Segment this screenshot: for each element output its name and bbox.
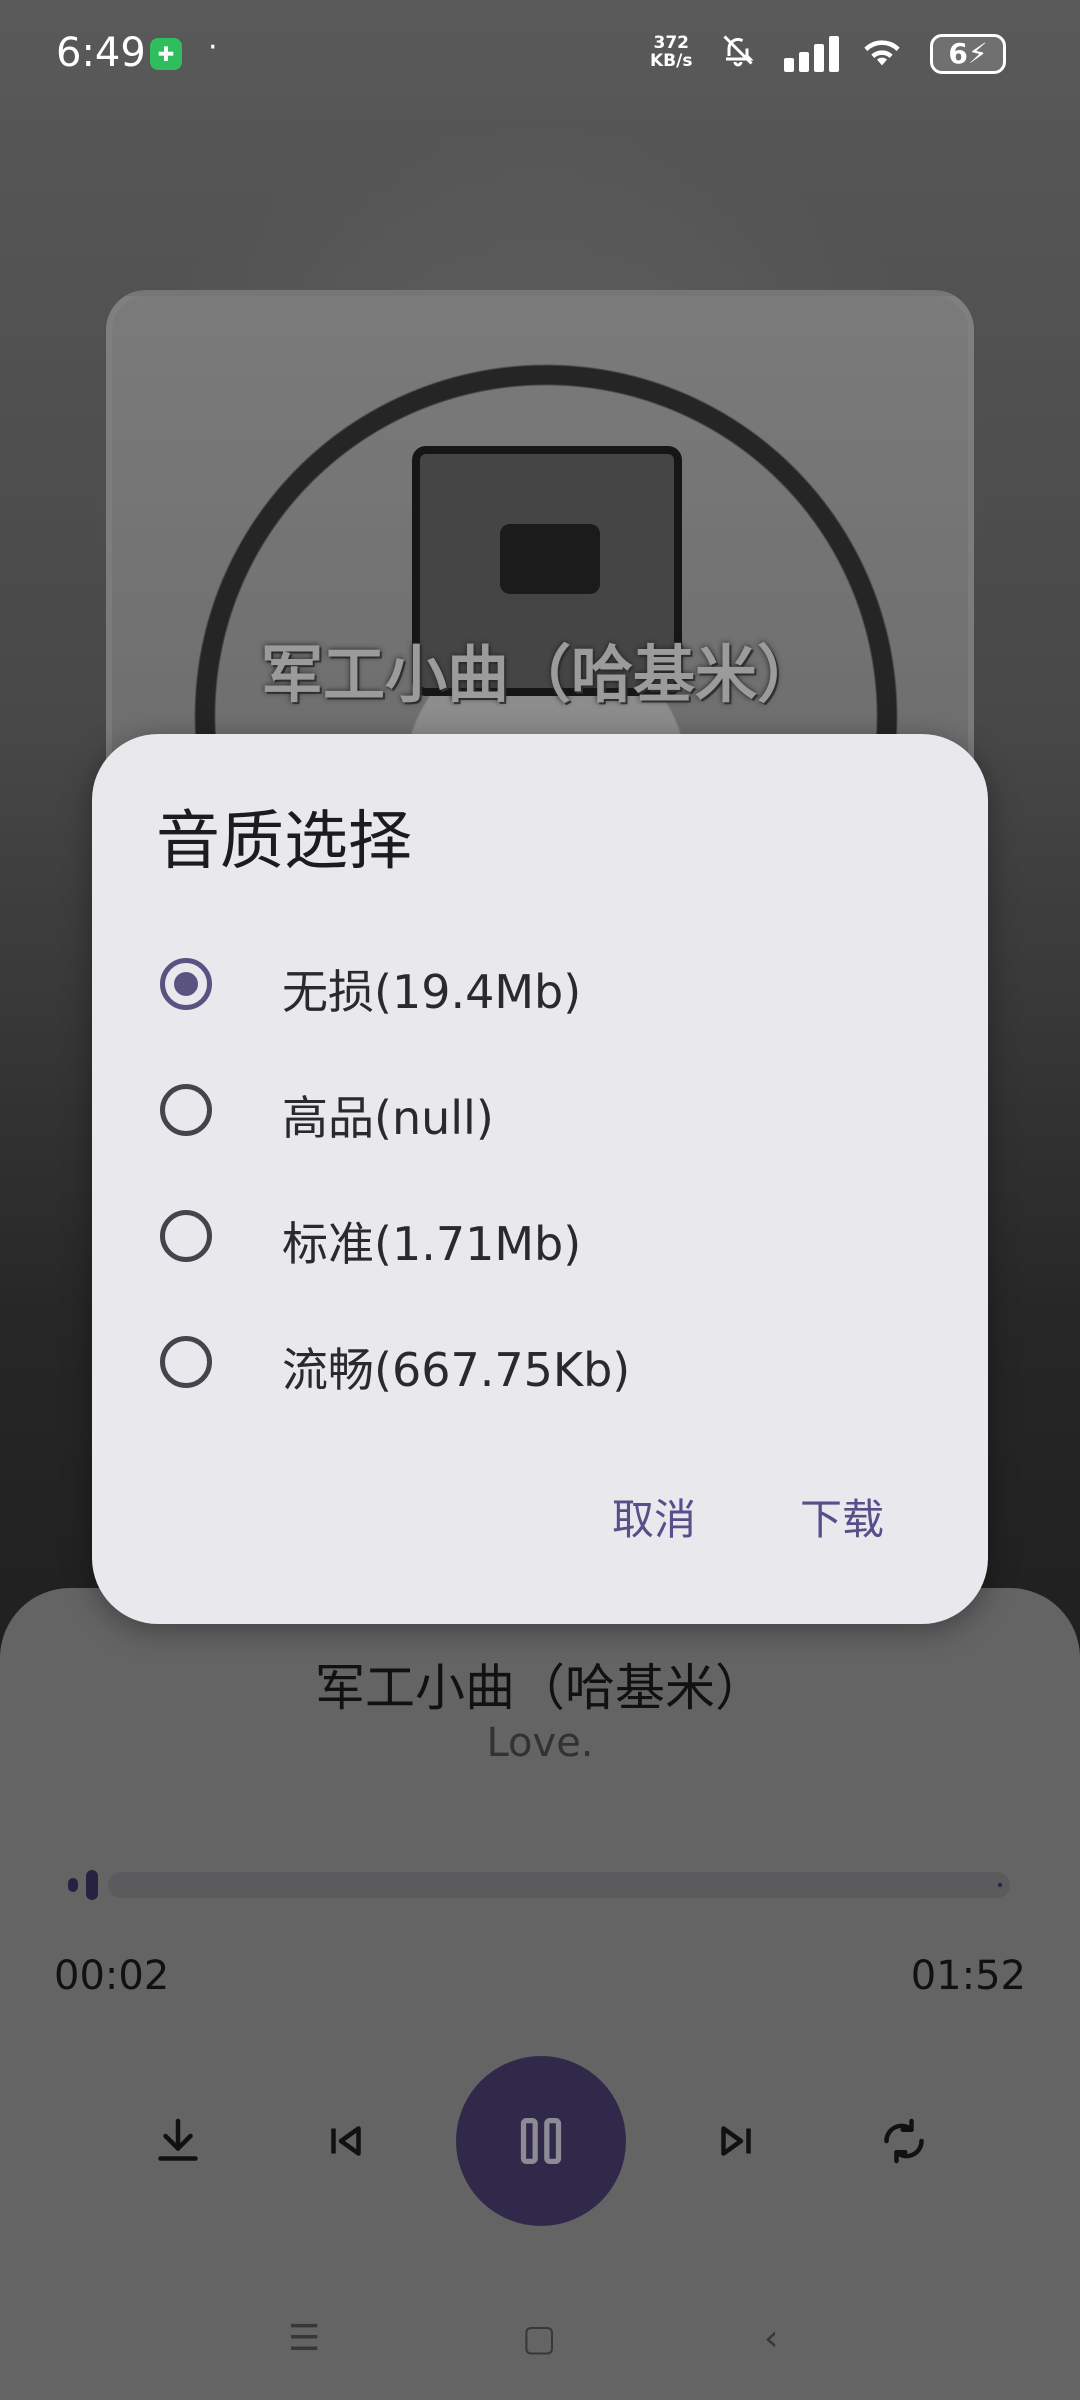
signal-icon [784, 36, 840, 72]
quality-option-lossless[interactable]: 无损(19.4Mb) [92, 934, 988, 1034]
quality-option-label: 高品(null) [282, 1091, 494, 1145]
song-artist: Love. [486, 1720, 594, 1766]
quality-dialog: 音质选择 无损(19.4Mb) 高品(null) 标准(1.71Mb) 流畅(6… [92, 734, 988, 1624]
radio-unchecked-icon[interactable] [160, 1084, 212, 1136]
download-icon[interactable] [148, 2111, 208, 2171]
pause-button[interactable] [456, 2056, 626, 2226]
dialog-actions: 取消 下载 [92, 1474, 988, 1554]
dialog-title: 音质选择 [156, 805, 412, 879]
quality-option-label: 标准(1.71Mb) [282, 1217, 582, 1271]
album-art-caption: 军工小曲（哈基米） [260, 638, 819, 711]
download-button[interactable]: 下载 [800, 1486, 884, 1547]
player-controls [0, 2056, 1080, 2226]
progress-thumb[interactable] [86, 1870, 98, 1900]
network-speed-unit: KB/s [650, 51, 693, 71]
back-icon[interactable]: ‹ [764, 2318, 778, 2359]
battery-icon: 6⚡ [930, 34, 1006, 74]
shield-icon: ✚ [150, 38, 182, 70]
radio-unchecked-icon[interactable] [160, 1336, 212, 1388]
notification-dot-icon: · [208, 30, 218, 65]
quality-option-label: 无损(19.4Mb) [282, 965, 582, 1019]
total-time: 01:52 [910, 1953, 1026, 1999]
repeat-icon[interactable] [874, 2111, 934, 2171]
player-sheet: 军工小曲（哈基米） Love. 00:02 01:52 ☰ ▢ ‹ [0, 1588, 1080, 2400]
cancel-button[interactable]: 取消 [612, 1486, 696, 1547]
current-time: 00:02 [54, 1953, 170, 1999]
next-icon[interactable] [706, 2111, 766, 2171]
quality-option-smooth[interactable]: 流畅(667.75Kb) [92, 1312, 988, 1412]
radio-checked-icon[interactable] [160, 958, 212, 1010]
quality-option-high[interactable]: 高品(null) [92, 1060, 988, 1160]
bell-muted-icon [720, 32, 756, 77]
menu-icon[interactable]: ☰ [288, 2318, 320, 2359]
quality-option-standard[interactable]: 标准(1.71Mb) [92, 1186, 988, 1286]
quality-option-label: 流畅(667.75Kb) [282, 1343, 631, 1397]
progress-fill [68, 1878, 78, 1892]
network-speed: 372 KB/s [650, 34, 692, 70]
song-title: 军工小曲（哈基米） [315, 1659, 765, 1717]
home-icon[interactable]: ▢ [522, 2318, 556, 2359]
status-time: 6:49 [56, 30, 146, 76]
battery-level: 6 [948, 37, 968, 70]
progress-end-dot [998, 1883, 1002, 1887]
progress-track[interactable] [108, 1872, 1010, 1898]
radio-unchecked-icon[interactable] [160, 1210, 212, 1262]
system-nav-bar: ☰ ▢ ‹ [0, 2308, 1080, 2398]
previous-icon[interactable] [316, 2111, 376, 2171]
wifi-icon [862, 34, 902, 79]
status-bar: 6:49 ✚ · 372 KB/s 6⚡ [0, 0, 1080, 110]
network-speed-value: 372 [653, 33, 689, 53]
